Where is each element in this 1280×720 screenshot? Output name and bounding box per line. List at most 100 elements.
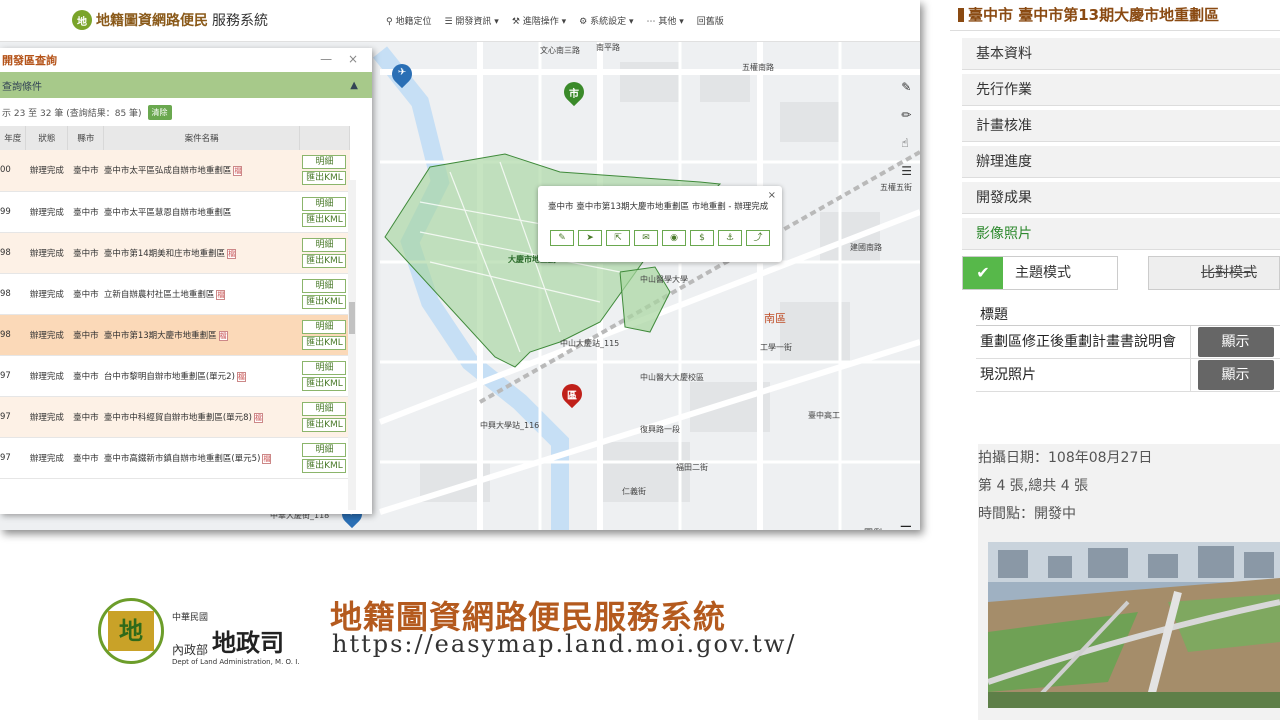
aerial-photo[interactable] [988,542,1280,708]
price-icon[interactable]: $ [690,230,714,246]
file-tag-icon[interactable]: 檔 [216,289,226,300]
map-label: 中山大慶站_115 [560,339,620,348]
app-window: 地 地籍圖資網路便民 服務系統 ⚲ 地籍定位 ☰ 開發資訊 ▾ ⚒ 進階操作 ▾… [0,0,920,530]
export-icon[interactable]: ⤴ [746,230,770,246]
detail-button[interactable]: 明細 [302,278,347,293]
table-row[interactable]: 97 辦理完成 臺中市 臺中市中科經貿自辦市地重劃區(單元8) 檔明細 匯出KML [0,396,350,438]
hamburger-icon[interactable]: ☰ [899,524,912,530]
cell-status: 辦理完成 [25,273,68,315]
list-icon[interactable]: ☰ [901,164,912,178]
section-results[interactable]: 開發成果 [962,182,1280,214]
file-tag-icon[interactable]: 檔 [218,330,228,341]
cell-name[interactable]: 立新自辦農村社區土地重劃區檔 [103,273,300,315]
cell-city: 臺中市 [67,355,104,397]
export-kml-button[interactable]: 匯出KML [302,253,347,268]
cell-name[interactable]: 臺中市第14期美和庄市地重劃區檔 [103,232,300,274]
export-kml-button[interactable]: 匯出KML [302,376,347,391]
table-row[interactable]: 98 辦理完成 臺中市 臺中市第14期美和庄市地重劃區檔明細 匯出KML [0,232,350,274]
measure-icon[interactable]: ✎ [901,80,912,94]
legend-label[interactable]: 圖例 [864,526,882,530]
system-url[interactable]: https://easymap.land.moi.gov.tw/ [332,630,797,658]
menu-item-old-version[interactable]: 回舊版 [697,14,724,27]
export-kml-button[interactable]: 匯出KML [302,171,347,186]
map-label: 五權五街 [880,183,912,192]
cell-city: 臺中市 [67,396,104,438]
hand-icon[interactable]: ☝ [901,136,912,150]
col-status[interactable]: 狀態 [25,126,69,150]
chevron-up-icon[interactable]: ▲ [350,80,358,91]
table-row[interactable]: 97 辦理完成 臺中市 台中市黎明自辦市地重劃區(單元2) 檔明細 匯出KML [0,355,350,397]
table-row[interactable]: 99 辦理完成 臺中市 臺中市太平區慧恩自辦市地重劃區 明細 匯出KML [0,191,350,233]
cell-status: 辦理完成 [25,232,68,274]
file-tag-icon[interactable]: 檔 [233,166,243,177]
city-pin[interactable]: 市 [559,77,589,108]
section-prework[interactable]: 先行作業 [962,74,1280,106]
section-photos[interactable]: 影像照片 [962,218,1280,250]
file-tag-icon[interactable]: 檔 [262,453,272,464]
result-count: 示 23 至 32 筆 (查詢結果：85 筆) 清除 [0,98,372,126]
detail-button[interactable]: 明細 [302,237,347,252]
show-button[interactable]: 顯示 [1197,327,1274,357]
file-tag-icon[interactable]: 檔 [227,248,237,259]
detail-button[interactable]: 明細 [302,196,347,211]
file-tag-icon[interactable]: 檔 [236,371,246,382]
export-kml-button[interactable]: 匯出KML [302,335,347,350]
menu-item-advanced[interactable]: ⚒ 進階操作 ▾ [512,14,566,27]
section-approval[interactable]: 計畫核准 [962,110,1280,142]
detail-button[interactable]: 明細 [302,319,347,334]
menu-item-locate[interactable]: ⚲ 地籍定位 [386,14,431,27]
map-label: 中興大學站_116 [480,421,540,430]
menu-item-dev-info[interactable]: ☰ 開發資訊 ▾ [444,14,498,27]
file-tag-icon[interactable]: 檔 [253,412,263,423]
scrollbar-thumb[interactable] [349,302,355,334]
menu-item-more[interactable]: ⋯ 其他 ▾ [647,14,684,27]
cell-name[interactable]: 臺中市第13期大慶市地重劃區檔 [103,314,300,356]
anchor-icon[interactable]: ⚓ [718,230,742,246]
panel-window-controls[interactable]: — × [320,52,364,66]
cell-name[interactable]: 臺中市太平區慧恩自辦市地重劃區 [103,191,300,233]
navigate-icon[interactable]: ➤ [578,230,602,246]
export-kml-button[interactable]: 匯出KML [302,417,347,432]
brush-icon[interactable]: ✎ [550,230,574,246]
show-button[interactable]: 顯示 [1197,360,1274,390]
draw-icon[interactable]: ✏ [901,108,912,122]
cell-name[interactable]: 臺中市中科經貿自辦市地重劃區(單元8) 檔 [103,396,300,438]
map-label: 臺中高工 [808,411,840,420]
col-name[interactable]: 案件名稱 [103,126,300,150]
clear-button[interactable]: 清除 [147,104,172,120]
detail-button[interactable]: 明細 [302,155,347,170]
theme-mode-button[interactable]: ✔ 主題模式 [962,256,1118,290]
brand[interactable]: 地 地籍圖資網路便民 服務系統 [72,10,268,30]
compare-mode-button[interactable]: 比對模式 [1148,256,1280,290]
zone-pin[interactable]: 區 [557,379,587,410]
comment-icon[interactable]: ✉ [634,230,658,246]
query-condition-bar[interactable]: 查詢條件 ▲ [0,72,372,98]
table-row[interactable]: 98 辦理完成 臺中市 臺中市第13期大慶市地重劃區檔明細 匯出KML [0,314,350,356]
section-progress[interactable]: 辦理進度 [962,146,1280,178]
table-row[interactable]: 00 辦理完成 臺中市 臺中市太平區弘成自辦市地重劃區檔明細 匯出KML [0,150,350,192]
export-kml-button[interactable]: 匯出KML [302,458,347,473]
aerial-photo-image [988,542,1280,708]
export-kml-button[interactable]: 匯出KML [302,212,347,227]
doc-header: 標題 [976,304,1280,326]
section-basic[interactable]: 基本資料 [962,38,1280,70]
table-row[interactable]: 97 辦理完成 臺中市 臺中市高鐵新市鎮自辦市地重劃區(單元5) 檔明細 匯出KML [0,437,350,479]
close-icon[interactable]: × [768,190,776,201]
col-year[interactable]: 年度 [0,126,27,150]
camera-icon[interactable]: ◉ [662,230,686,246]
col-city[interactable]: 縣市 [67,126,105,150]
detail-button[interactable]: 明細 [302,442,347,457]
sidebar-title: 臺中市 臺中市第13期大慶市地重劃區 [958,4,1219,25]
table-row[interactable]: 98 辦理完成 臺中市 立新自辦農村社區土地重劃區檔明細 匯出KML [0,273,350,315]
menu-item-settings[interactable]: ⚙ 系統設定 ▾ [579,14,633,27]
scrollbar[interactable] [348,180,356,510]
station-pin[interactable]: ✈ [387,59,417,90]
cell-name[interactable]: 臺中市高鐵新市鎮自辦市地重劃區(單元5) 檔 [103,437,300,479]
detail-button[interactable]: 明細 [302,401,347,416]
export-kml-button[interactable]: 匯出KML [302,294,347,309]
cell-name[interactable]: 台中市黎明自辦市地重劃區(單元2) 檔 [103,355,300,397]
cell-name[interactable]: 臺中市太平區弘成自辦市地重劃區檔 [103,150,300,192]
detail-button[interactable]: 明細 [302,360,347,375]
map-label: 文心南三路 [540,46,580,55]
share-icon[interactable]: ⇱ [606,230,630,246]
